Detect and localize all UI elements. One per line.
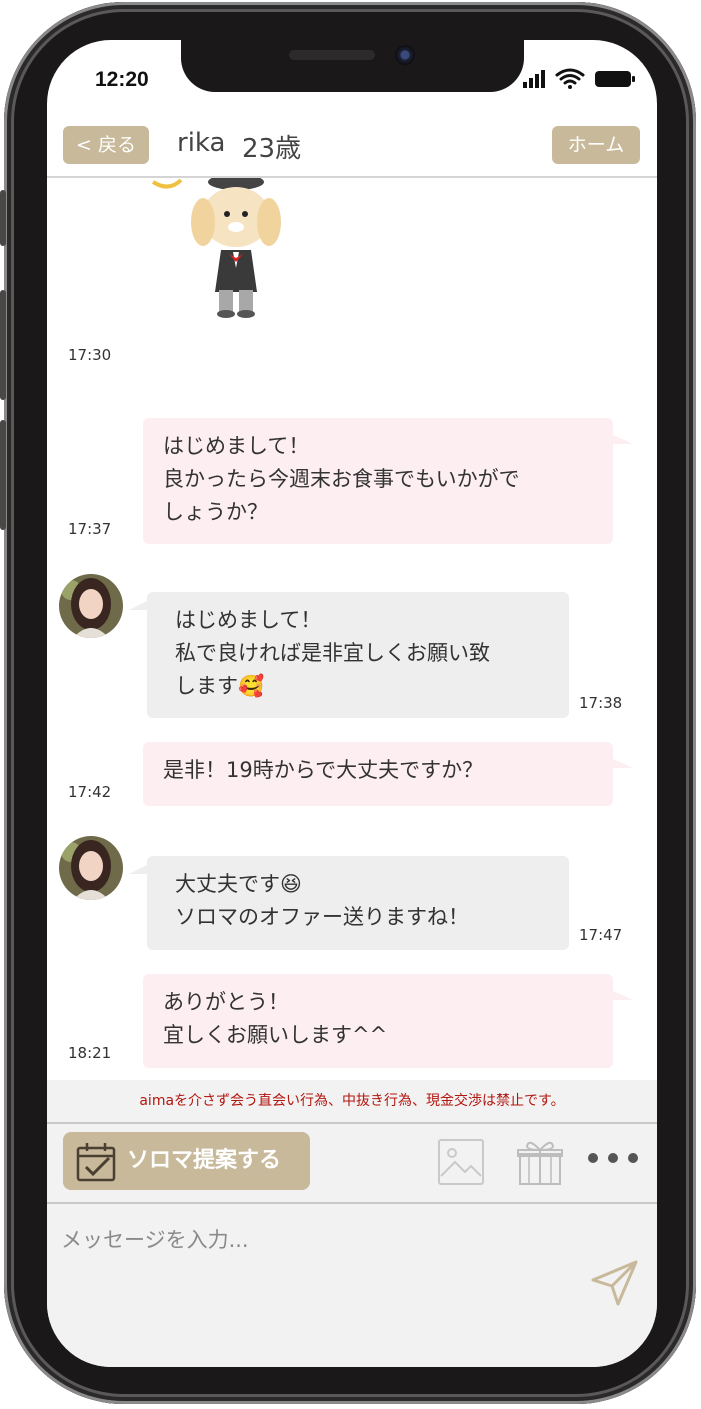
chat-header: < 戻る rika 23歳 ホーム [47, 112, 657, 178]
partner-age: 23歳 [242, 134, 302, 164]
chat-messages[interactable]: 17:30 はじめまして！ 良かったら今週末お食事でもいかがで しょうか？ 17… [47, 178, 657, 1080]
phone-side-button [0, 420, 6, 530]
chat-toolbar: ソロマ提案する [47, 1124, 657, 1204]
signal-icon [523, 70, 545, 88]
notch [181, 40, 524, 92]
send-icon[interactable] [590, 1258, 640, 1308]
status-icons [523, 68, 635, 89]
message-line: 大丈夫です😆 [175, 872, 302, 896]
prohibition-notice: aimaを介さず会う直会い行為、中抜き行為、現金交渉は禁止です。 [47, 1080, 657, 1124]
message-line: 宜しくお願いします^^ [163, 1023, 388, 1047]
avatar[interactable] [59, 574, 123, 638]
wifi-icon [555, 68, 585, 89]
message-line: はじめまして！ [163, 434, 310, 458]
message-time: 17:47 [579, 926, 623, 944]
message-line: はじめまして！ [175, 608, 322, 632]
soroma-button-label: ソロマ提案する [127, 1148, 282, 1173]
battery-icon [595, 71, 635, 87]
message-line: ソロマのオファー送りますね！ [175, 905, 469, 929]
outgoing-message[interactable]: はじめまして！ 良かったら今週末お食事でもいかがで しょうか？ [143, 418, 633, 544]
outgoing-message[interactable]: ありがとう！ 宜しくお願いします^^ [143, 974, 633, 1068]
outgoing-message[interactable]: 是非！19時からで大丈夫ですか？ [143, 742, 633, 806]
message-line: 良かったら今週末お食事でもいかがで [163, 467, 520, 491]
dog-gentleman-sticker [151, 178, 281, 318]
incoming-message[interactable]: 大丈夫です😆 ソロマのオファー送りますね！ [129, 856, 569, 950]
partner-name: rika [177, 128, 226, 158]
incoming-message[interactable]: はじめまして！ 私で良ければ是非宜しくお願い致 します🥰 [129, 592, 569, 718]
message-time: 17:38 [579, 694, 623, 712]
avatar-photo [59, 574, 123, 638]
message-line: ありがとう！ [163, 990, 289, 1014]
message-line: しょうか？ [163, 500, 268, 524]
message-input[interactable] [61, 1218, 561, 1262]
message-time: 18:21 [68, 1044, 112, 1062]
home-button[interactable]: ホーム [552, 126, 640, 164]
phone-side-button [0, 290, 6, 400]
message-time: 17:30 [68, 346, 112, 364]
message-line: 是非！19時からで大丈夫ですか？ [163, 758, 484, 782]
back-button[interactable]: < 戻る [63, 126, 149, 164]
more-icon[interactable] [587, 1151, 639, 1165]
message-time: 17:42 [68, 783, 112, 801]
avatar[interactable] [59, 836, 123, 900]
message-time: 17:37 [68, 520, 112, 538]
gift-icon[interactable] [517, 1138, 563, 1186]
message-composer [47, 1204, 657, 1367]
phone-side-button [0, 190, 6, 246]
soroma-propose-button[interactable]: ソロマ提案する [63, 1132, 310, 1190]
message-line: 私で良ければ是非宜しくお願い致 [175, 641, 490, 665]
image-icon[interactable] [437, 1138, 485, 1186]
front-camera [395, 45, 415, 65]
speaker [289, 50, 375, 60]
avatar-photo [59, 836, 123, 900]
screen: 12:20 < 戻る rika 23歳 ホーム 17:30 はじめまして！ 良か… [47, 40, 657, 1367]
calendar-check-icon [76, 1143, 116, 1182]
status-time: 12:20 [95, 68, 149, 91]
message-line: します🥰 [175, 674, 265, 698]
